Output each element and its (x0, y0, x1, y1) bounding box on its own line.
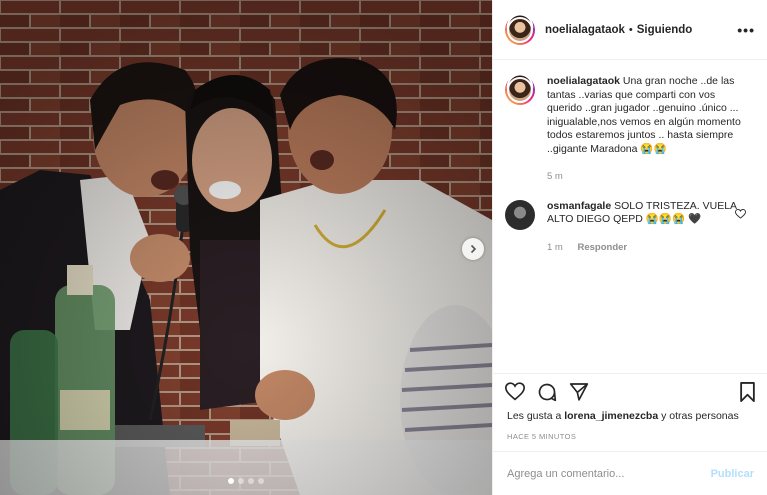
post-time[interactable]: HACE 5 MINUTOS (507, 432, 576, 441)
header-separator: • (628, 23, 633, 36)
post-header: noelialagataok • Siguiendo ••• (493, 0, 767, 60)
likes-user[interactable]: lorena_jimenezcba (564, 410, 658, 422)
photo-illustration (0, 0, 492, 495)
caption-avatar[interactable] (505, 75, 535, 105)
comment-like-heart-icon[interactable] (735, 208, 746, 219)
carousel-dot (238, 478, 244, 484)
header-username[interactable]: noelialagataok (545, 24, 625, 36)
avatar[interactable] (505, 15, 535, 45)
carousel-next-button[interactable] (462, 238, 484, 260)
carousel-dot (228, 478, 234, 484)
reply-button[interactable]: Responder (577, 242, 627, 253)
comment-item: osmanfagale SOLO TRISTEZA. VUELA ALTO DI… (505, 199, 756, 255)
likes-suffix[interactable]: y otras personas (661, 410, 739, 422)
caption: noelialagataok Una gran noche ..de las t… (505, 75, 756, 184)
comments-section[interactable]: noelialagataok Una gran noche ..de las t… (493, 61, 767, 373)
caption-username[interactable]: noelialagataok (547, 75, 620, 87)
bookmark-icon[interactable] (739, 381, 756, 402)
heart-icon[interactable] (505, 382, 525, 401)
likes-prefix: Les gusta a (507, 410, 562, 422)
post-side-panel: noelialagataok • Siguiendo ••• noelialag… (492, 0, 767, 495)
post-photo[interactable] (0, 0, 492, 495)
caption-time[interactable]: 5 m (547, 171, 563, 182)
carousel-dots (0, 478, 492, 484)
likes-summary: Les gusta a lorena_jimenezcba y otras pe… (507, 410, 739, 422)
share-icon[interactable] (569, 382, 589, 401)
chevron-right-icon (470, 244, 477, 254)
post-actions (493, 373, 767, 409)
comment-icon[interactable] (537, 382, 557, 402)
add-comment-bar: Publicar (493, 451, 767, 495)
carousel-dot (248, 478, 254, 484)
publish-button[interactable]: Publicar (711, 468, 754, 480)
comment-username[interactable]: osmanfagale (547, 200, 611, 212)
more-options-icon[interactable]: ••• (737, 22, 755, 38)
carousel-dot (258, 478, 264, 484)
follow-status[interactable]: Siguiendo (637, 24, 693, 36)
comment-time[interactable]: 1 m (547, 242, 563, 253)
comment-input[interactable] (507, 467, 711, 480)
comment-avatar[interactable] (505, 199, 535, 230)
